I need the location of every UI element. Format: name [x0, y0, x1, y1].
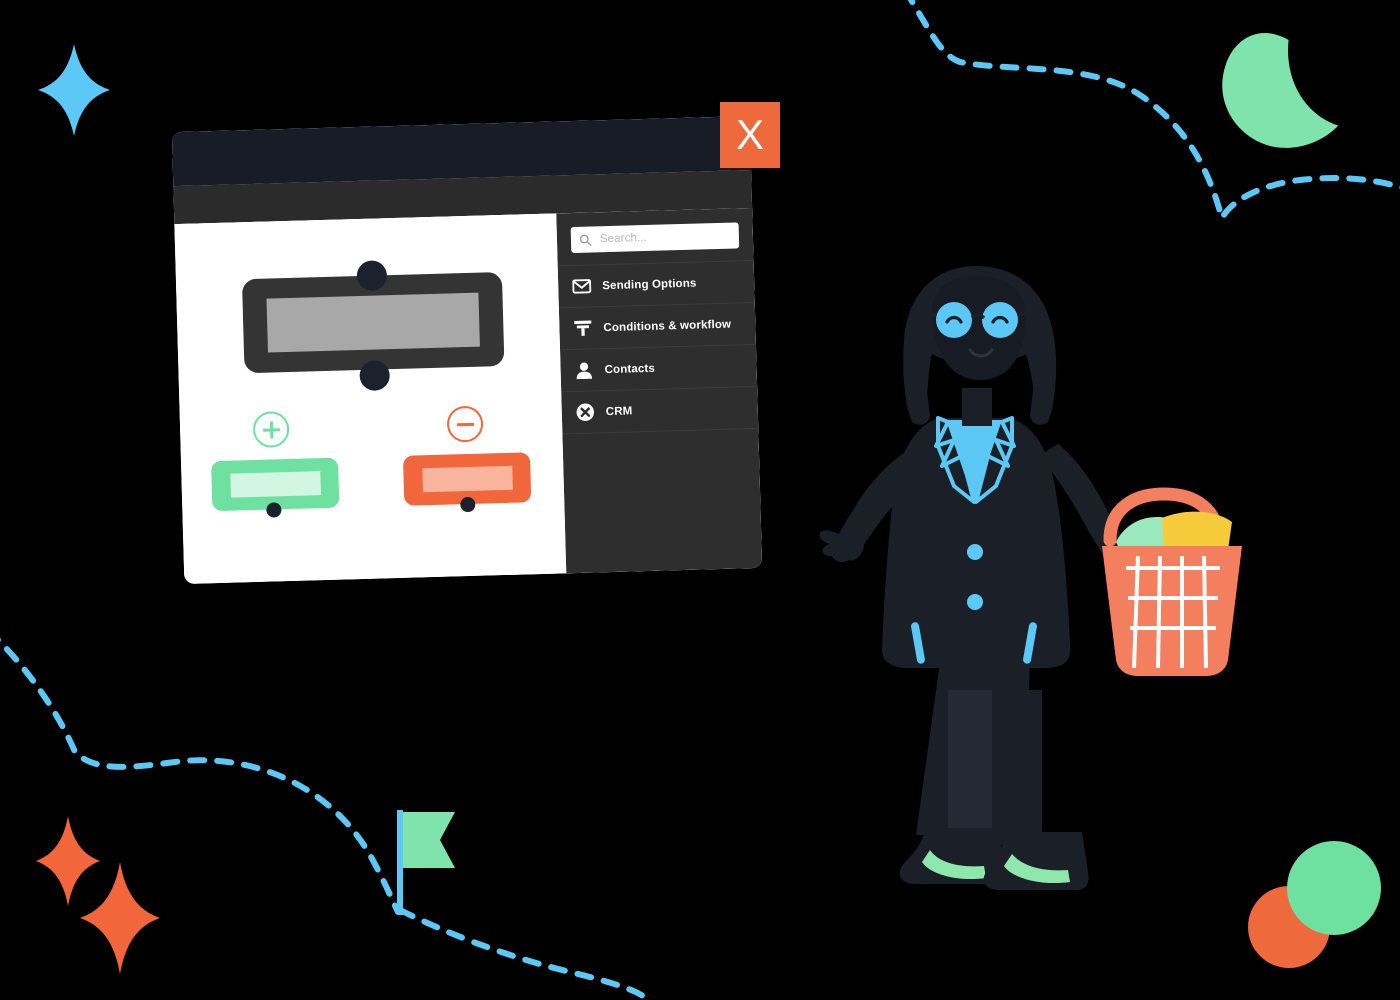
close-x-icon: X: [735, 111, 764, 158]
basket-body: [1102, 546, 1242, 676]
character-hair-front-right: [1030, 336, 1056, 425]
sidebar-item-conditions-workflow[interactable]: Conditions & workflow: [558, 301, 756, 350]
shopping-basket: [1102, 487, 1242, 676]
crescent-moon: [1222, 33, 1339, 148]
sidebar-item-label: Sending Options: [602, 277, 697, 292]
sidebar-item-sending-options[interactable]: Sending Options: [557, 259, 755, 308]
search-icon: [579, 234, 592, 246]
dashed-path-top-right: [907, 0, 1400, 226]
sidebar: Search... Sending Options Conditions & w…: [556, 207, 763, 574]
basket-item-yellow: [1162, 511, 1232, 552]
search-container: Search...: [556, 208, 753, 265]
workflow-node-main-content: [266, 292, 480, 353]
sparkle-orange-large: [80, 862, 160, 974]
sidebar-item-label: Conditions & workflow: [603, 318, 732, 334]
coat-button-upper: [967, 544, 983, 560]
sidebar-item-label: Contacts: [604, 362, 656, 376]
search-placeholder: Search...: [599, 231, 648, 246]
coat-button-lower: [967, 594, 983, 610]
flag-banner: [403, 812, 455, 868]
circle-green: [1287, 841, 1381, 935]
character-neck: [962, 388, 992, 426]
workflow-node-negative-content: [421, 465, 513, 493]
workflow-node-positive-content: [229, 471, 321, 498]
sparkle-orange-small: [36, 816, 100, 906]
sidebar-item-label: CRM: [605, 404, 633, 418]
filter-icon: [573, 318, 593, 338]
app-window: Search... Sending Options Conditions & w…: [171, 116, 763, 584]
illustration-scene: Search... Sending Options Conditions & w…: [0, 0, 1400, 1000]
envelope-icon: [572, 277, 592, 297]
sparkle-blue-top-left: [38, 44, 110, 136]
character-hair-front-left: [903, 336, 930, 425]
character-leg-left: [948, 690, 992, 845]
woman-with-shopping-basket: [820, 266, 1242, 890]
window-body: Search... Sending Options Conditions & w…: [174, 207, 763, 584]
person-icon: [574, 360, 594, 380]
sidebar-item-contacts[interactable]: Contacts: [560, 343, 758, 392]
sidebar-item-crm[interactable]: CRM: [561, 385, 759, 435]
close-button[interactable]: X: [720, 102, 780, 168]
character-leg-right: [998, 690, 1042, 845]
flag-pole: [397, 810, 403, 915]
search-input[interactable]: Search...: [570, 222, 740, 254]
close-circle-icon: [576, 402, 596, 422]
dashed-path-bottom-right-tail: [397, 907, 651, 1000]
flag-marker: [397, 810, 455, 915]
workflow-canvas[interactable]: [174, 213, 567, 584]
